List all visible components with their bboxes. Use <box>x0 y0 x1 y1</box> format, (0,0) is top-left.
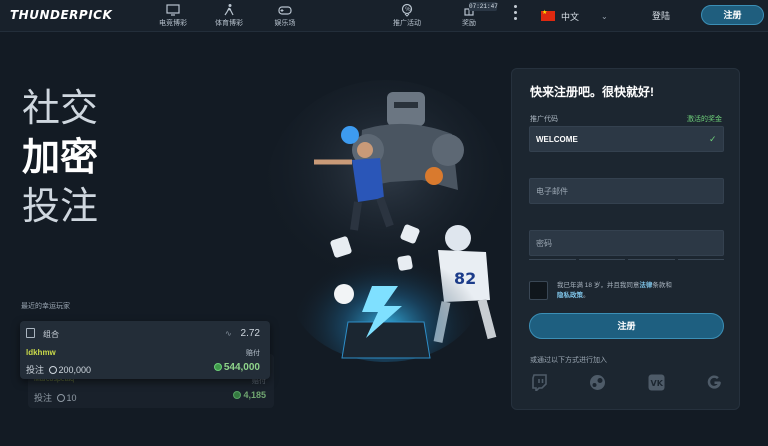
nav-esports[interactable]: 电竞博彩 <box>149 3 197 28</box>
nav-promotions-label: 推广活动 <box>393 20 421 27</box>
register-submit-button[interactable]: 注册 <box>529 313 724 339</box>
promo-code-label: 推广代码 <box>530 116 558 123</box>
alternative-signup-label: 或通过以下方式进行加入 <box>530 357 607 364</box>
winner-username: ldkhmw <box>26 348 56 357</box>
bet-type: 组合 <box>43 330 59 339</box>
privacy-policy-link[interactable]: 隐私政策 <box>557 292 583 299</box>
language-label: 中文 <box>561 11 580 22</box>
email-input[interactable] <box>529 178 724 204</box>
soccer-ball <box>334 284 354 304</box>
gamepad-icon <box>278 6 292 15</box>
register-button-top[interactable]: 注册 <box>701 5 764 25</box>
registration-title: 快来注册吧。很快就好! <box>530 85 654 99</box>
language-selector[interactable]: 中文 ⌄ <box>541 9 608 23</box>
top-navigation: THUNDERPICK 电竞博彩 体育博彩 娱乐场 % 推广活动 奖励 07:2… <box>0 0 768 32</box>
twitch-icon[interactable] <box>531 374 548 391</box>
thunderpick-logo[interactable]: THUNDERPICK <box>10 8 112 22</box>
password-strength-bar <box>529 259 724 260</box>
runner-icon <box>224 4 234 16</box>
promo-code-input[interactable] <box>529 126 724 152</box>
legal-terms-link[interactable]: 法律 <box>639 282 652 289</box>
hero-title-line2: 加密 <box>22 135 99 179</box>
bet-amount: 投注 200,000 <box>26 365 92 375</box>
winner-card: 组合 ∿ 2.72 ldkhmw 赔付 投注 200,000 544,000 <box>20 321 270 379</box>
registration-panel: 快来注册吧。很快就好! 推广代码 激活的奖金 ✓ 我已年满 18 岁，并且我同意… <box>511 68 740 410</box>
check-icon: ✓ <box>709 134 717 144</box>
monitor-icon <box>166 4 180 16</box>
google-icon[interactable] <box>706 374 723 391</box>
recent-winners-label: 最近的幸运玩家 <box>21 303 70 310</box>
nav-rewards-label: 奖励 <box>462 20 476 27</box>
nav-esports-label: 电竞博彩 <box>159 20 187 27</box>
nav-casino[interactable]: 娱乐场 <box>261 3 309 28</box>
win-amount: 544,000 <box>212 362 260 373</box>
steam-icon[interactable] <box>589 374 606 391</box>
terms-checkbox[interactable] <box>529 281 548 300</box>
password-input[interactable] <box>529 230 724 256</box>
chevron-down-icon: ⌄ <box>601 11 608 21</box>
nav-casino-label: 娱乐场 <box>274 20 296 27</box>
svg-text:VK: VK <box>651 379 664 388</box>
bet-amount: 投注 10 <box>34 393 77 403</box>
rewards-timer: 07:21:47 <box>469 2 498 11</box>
hero-title-line3: 投注 <box>22 184 99 228</box>
nav-promotions[interactable]: % 推广活动 <box>383 3 431 28</box>
hero-artwork: 82 <box>266 80 506 362</box>
win-amount: 4,185 <box>231 390 266 400</box>
nav-sports-label: 体育博彩 <box>215 20 243 27</box>
china-flag-icon <box>541 9 555 21</box>
nav-sports[interactable]: 体育博彩 <box>205 3 253 28</box>
svg-text:%: % <box>405 7 411 13</box>
payout-label: 赔付 <box>246 350 260 357</box>
parlay-icon <box>26 328 35 338</box>
hero-title-line1: 社交 <box>22 86 99 130</box>
terms-text: 我已年满 18 岁，并且我同意法律条款和 隐私政策。 <box>557 282 672 299</box>
vk-icon[interactable]: VK <box>648 374 665 391</box>
activated-bonus-link[interactable]: 激活的奖金 <box>687 114 722 124</box>
pulse-icon: ∿ <box>225 329 232 338</box>
bet-odds: 2.72 <box>240 328 260 339</box>
login-link[interactable]: 登陆 <box>652 9 670 22</box>
promo-icon: % <box>401 3 413 17</box>
basketball <box>425 167 443 185</box>
poker-chip <box>341 126 359 144</box>
more-menu-icon[interactable] <box>513 5 517 25</box>
